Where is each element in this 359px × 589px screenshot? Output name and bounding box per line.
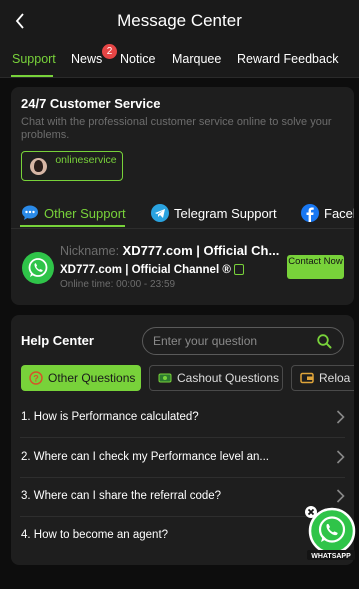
- contact-nickname: Nickname: XD777.com | Official Ch...: [60, 243, 282, 258]
- facebook-icon: [301, 204, 319, 222]
- faq-item[interactable]: 2. Where can I check my Performance leve…: [20, 438, 345, 478]
- main-tabs: Support News Notice Marquee Reward Feedb…: [0, 42, 359, 78]
- copy-icon[interactable]: [233, 264, 244, 275]
- faq-item[interactable]: 1. How is Performance calculated?: [20, 398, 345, 438]
- contact-item: Nickname: XD777.com | Official Ch... XD7…: [11, 233, 354, 305]
- channel-name: XD777.com | Official Channel ®: [60, 264, 231, 276]
- cash-icon: [158, 371, 172, 385]
- faq-item[interactable]: 3. Where can I share the referral code?: [20, 477, 345, 517]
- active-subtab-indicator: [20, 225, 125, 227]
- chevron-right-icon: [336, 489, 345, 506]
- contact-now-button[interactable]: Contact Now: [287, 255, 344, 279]
- header-bar: Message Center: [0, 0, 359, 42]
- help-center-card: Help Center Enter your question ? Other …: [11, 315, 354, 565]
- online-time: Online time: 00:00 - 23:59: [60, 279, 176, 290]
- subtab-other-support-label: Other Support: [44, 205, 126, 221]
- category-reload[interactable]: Reloa: [291, 365, 354, 391]
- subtab-telegram-support[interactable]: Telegram Support: [151, 202, 277, 224]
- chat-bubble-icon: [21, 204, 39, 222]
- search-placeholder: Enter your question: [153, 334, 258, 348]
- tab-marquee[interactable]: Marquee: [172, 52, 221, 66]
- category-other-questions-label: Other Questions: [48, 371, 136, 385]
- svg-text:?: ?: [33, 374, 39, 384]
- subtab-other-support[interactable]: Other Support: [21, 202, 126, 224]
- faq-question: 4. How to become an agent?: [21, 529, 169, 541]
- chevron-right-icon: [336, 450, 345, 467]
- help-center-title: Help Center: [21, 333, 94, 348]
- tab-news[interactable]: News: [71, 52, 102, 66]
- whatsapp-icon: [22, 252, 54, 284]
- tab-support[interactable]: Support: [12, 52, 56, 66]
- online-service-label: onlineservice: [55, 154, 117, 166]
- faq-item[interactable]: 4. How to become an agent?: [20, 516, 345, 556]
- chevron-right-icon: [336, 410, 345, 427]
- contact-channel: XD777.com | Official Channel ®: [60, 262, 244, 276]
- telegram-icon: [151, 204, 169, 222]
- category-cashout-questions-label: Cashout Questions: [177, 371, 280, 385]
- news-badge: 2: [102, 44, 117, 59]
- customer-service-card: 24/7 Customer Service Chat with the prof…: [11, 87, 354, 305]
- whatsapp-label: WHATSAPP: [311, 553, 351, 560]
- nickname-label: Nickname:: [60, 244, 120, 258]
- faq-question: 3. Where can I share the referral code?: [21, 490, 222, 502]
- question-search-input[interactable]: Enter your question: [142, 327, 344, 355]
- floating-whatsapp-button[interactable]: WHATSAPP: [304, 505, 356, 561]
- customer-service-title: 24/7 Customer Service: [21, 96, 161, 111]
- question-mark-icon: ?: [29, 371, 43, 385]
- category-reload-label: Reloa: [319, 371, 351, 385]
- agent-avatar: [30, 158, 47, 175]
- active-tab-indicator: [11, 75, 53, 77]
- subtab-facebook-support-label: Facel: [324, 205, 354, 221]
- category-cashout-questions[interactable]: Cashout Questions: [149, 365, 283, 391]
- wallet-icon: [300, 371, 314, 385]
- subtab-facebook-support[interactable]: Facel: [301, 202, 354, 224]
- page-title: Message Center: [117, 11, 242, 30]
- question-categories: ? Other Questions Cashout Questions Relo…: [11, 365, 354, 393]
- tab-reward-feedback[interactable]: Reward Feedback: [237, 52, 338, 66]
- tab-notice[interactable]: Notice: [120, 52, 155, 66]
- category-other-questions[interactable]: ? Other Questions: [21, 365, 141, 391]
- online-service-button[interactable]: onlineservice: [21, 151, 123, 181]
- faq-question: 2. Where can I check my Performance leve…: [21, 451, 269, 463]
- search-icon[interactable]: [317, 334, 332, 354]
- nickname-value: XD777.com | Official Ch...: [122, 243, 280, 258]
- subtab-telegram-support-label: Telegram Support: [174, 205, 277, 221]
- faq-question: 1. How is Performance calculated?: [21, 411, 199, 423]
- customer-service-description: Chat with the professional customer serv…: [21, 116, 332, 141]
